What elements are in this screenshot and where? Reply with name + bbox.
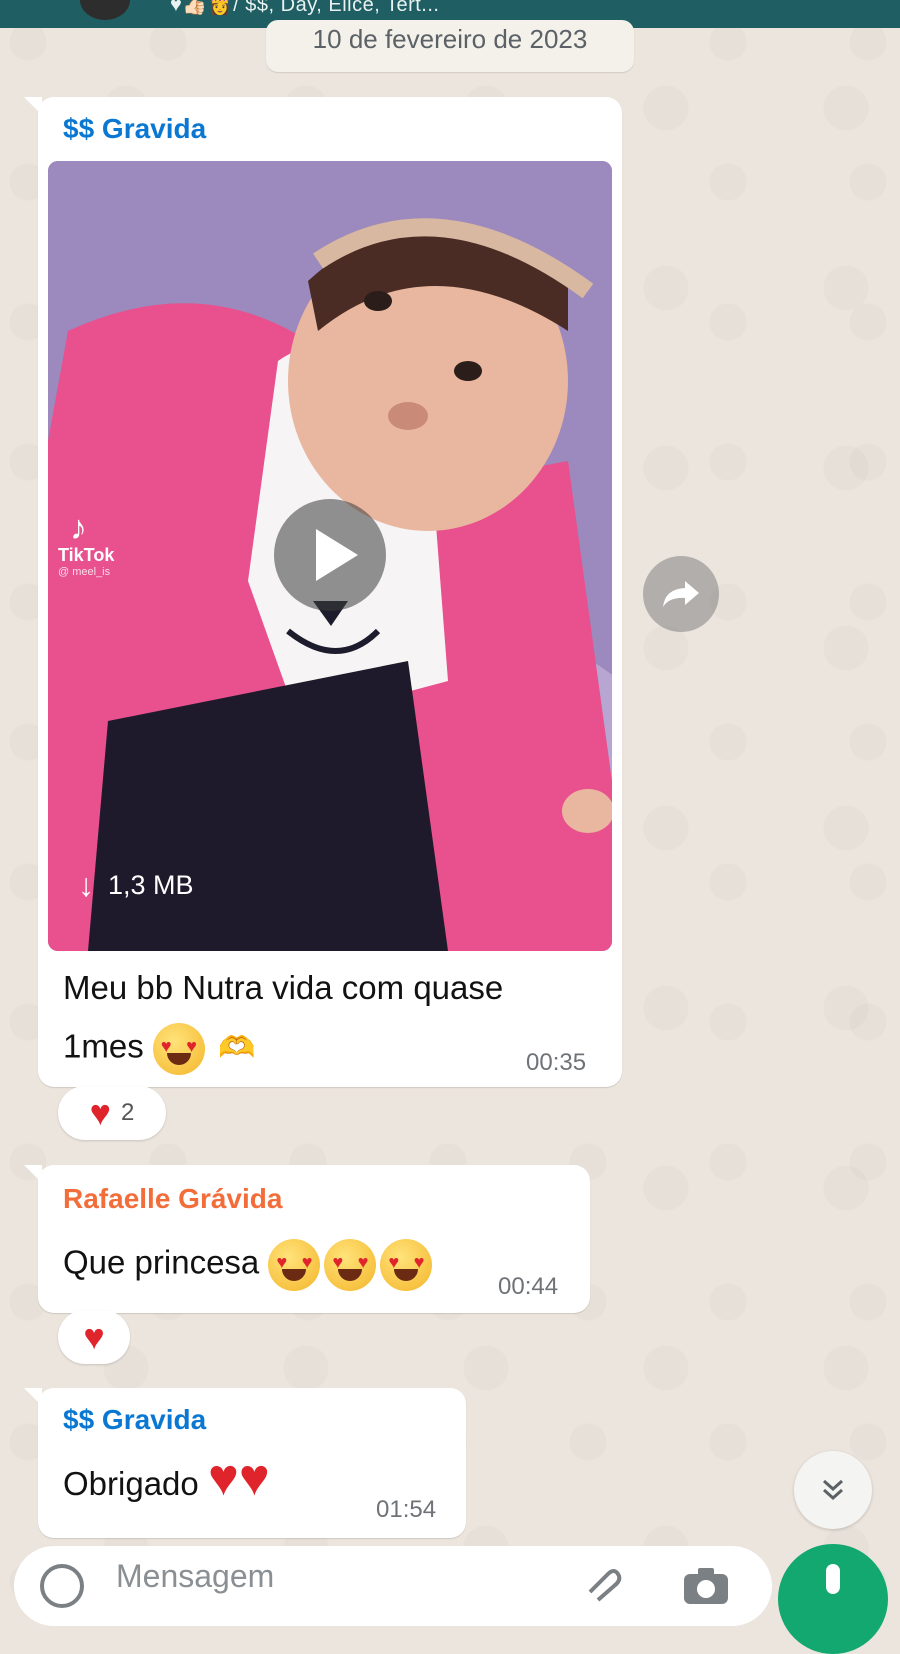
group-participants: ♥👍🏻👸/ $$, Day, Elicé, Tert... — [170, 0, 440, 16]
scroll-to-bottom-button[interactable] — [794, 1451, 872, 1529]
video-thumbnail[interactable]: ♪ TikTok @ meel_is ↓ 1,3 MB — [48, 161, 612, 951]
emoji-icon[interactable] — [40, 1564, 84, 1608]
message-sender[interactable]: Rafaelle Grávida — [63, 1183, 282, 1215]
heart-icon: ♥ — [89, 1092, 111, 1133]
download-icon: ↓ — [78, 867, 94, 903]
message-input[interactable]: Mensagem — [116, 1558, 274, 1595]
attach-icon[interactable] — [580, 1562, 624, 1606]
heart-icon: ♥ — [83, 1316, 105, 1357]
smiling-hearts-emoji: ♥ ♥ — [152, 1023, 205, 1075]
heart-hands-emoji: 🫶 — [218, 1030, 256, 1066]
date-separator: 10 de fevereiro de 2023 — [266, 20, 634, 72]
red-heart-emoji: ♥♥ — [207, 1449, 270, 1507]
message-sender[interactable]: $$ Gravida — [63, 113, 206, 145]
message-text-line2: 1mes ♥ ♥ 🫶 — [63, 1023, 255, 1075]
forward-button[interactable] — [643, 556, 719, 632]
message-reactions[interactable]: ♥ — [58, 1310, 130, 1364]
message-bubble[interactable]: Rafaelle Grávida Que princesa ♥ ♥ ♥ ♥ ♥ ♥ 00:… — [24, 1165, 590, 1313]
heart-eyes-emoji: ♥ ♥ — [268, 1239, 321, 1291]
camera-icon[interactable] — [682, 1566, 730, 1606]
mic-icon — [826, 1564, 840, 1594]
message-time: 01:54 — [376, 1496, 437, 1523]
file-size: 1,3 MB — [108, 870, 194, 900]
play-icon[interactable] — [274, 499, 386, 611]
message-bubble[interactable]: $$ Gravida Obrigado ♥♥ 01:54 — [24, 1388, 466, 1538]
reaction-count: 2 — [121, 1099, 135, 1126]
message-time: 00:35 — [526, 1049, 587, 1076]
heart-eyes-emoji: ♥ ♥ — [380, 1239, 433, 1291]
group-avatar[interactable] — [80, 0, 130, 20]
message-text: Obrigado ♥♥ — [63, 1449, 270, 1507]
message-text: Meu bb Nutra vida com quase — [63, 969, 504, 1006]
download-button[interactable]: ↓ 1,3 MB — [78, 867, 194, 904]
mic-button[interactable] — [778, 1544, 888, 1654]
chevrons-down-icon — [823, 1479, 843, 1501]
message-composer[interactable]: Mensagem — [14, 1546, 772, 1626]
message-text: Que princesa ♥ ♥ ♥ ♥ ♥ ♥ — [63, 1239, 436, 1291]
forward-icon — [663, 581, 699, 607]
heart-eyes-emoji: ♥ ♥ — [324, 1239, 377, 1291]
message-reactions[interactable]: ♥ 2 — [58, 1086, 166, 1140]
message-sender[interactable]: $$ Gravida — [63, 1404, 206, 1436]
tiktok-watermark: ♪ TikTok @ meel_is — [58, 509, 115, 578]
message-time: 00:44 — [498, 1273, 559, 1300]
message-bubble-video[interactable]: $$ Gravida ♪ TikTok @ meel_is ↓ 1,3 MB M… — [24, 97, 622, 1087]
